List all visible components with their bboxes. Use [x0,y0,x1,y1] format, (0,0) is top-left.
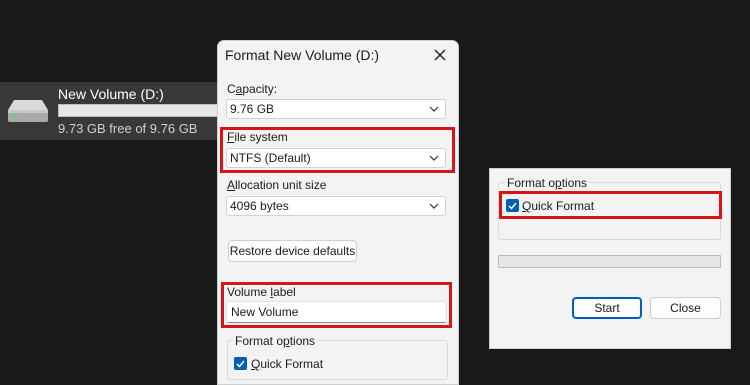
chevron-down-icon [427,102,441,116]
panel-format-options-legend: Format options [505,176,590,190]
dialog-title: Format New Volume (D:) [225,47,380,63]
start-button[interactable]: Start [572,297,642,319]
restore-defaults-button[interactable]: Restore device defaults [228,240,357,262]
volume-label-input[interactable]: New Volume [226,301,447,323]
drive-free-space: 9.73 GB free of 9.76 GB [58,121,198,136]
drive-usage-bar [58,104,220,117]
drive-name: New Volume (D:) [58,86,164,102]
close-icon[interactable] [429,44,451,66]
format-options-legend: Format options [233,334,318,348]
file-system-label: File system [227,130,288,144]
file-system-value: NTFS (Default) [230,151,311,165]
quick-format-checkbox[interactable] [234,357,247,370]
file-system-select[interactable]: NTFS (Default) [226,148,446,168]
chevron-down-icon [427,199,441,213]
volume-label-value: New Volume [231,305,299,319]
allocation-value: 4096 bytes [230,199,289,213]
allocation-label: Allocation unit size [227,178,327,192]
format-progress-bar [498,255,721,268]
panel-quick-format-label: Quick Format [522,199,595,213]
chevron-down-icon [427,151,441,165]
quick-format-label: Quick Format [251,357,324,371]
capacity-select[interactable]: 9.76 GB [226,99,446,119]
allocation-select[interactable]: 4096 bytes [226,196,446,216]
capacity-value: 9.76 GB [230,102,275,116]
capacity-label: Capacity: [227,82,278,96]
close-button[interactable]: Close [650,297,721,319]
volume-label-caption: Volume label [227,285,296,299]
hard-drive-icon [6,98,50,124]
panel-quick-format-checkbox[interactable] [506,199,519,212]
